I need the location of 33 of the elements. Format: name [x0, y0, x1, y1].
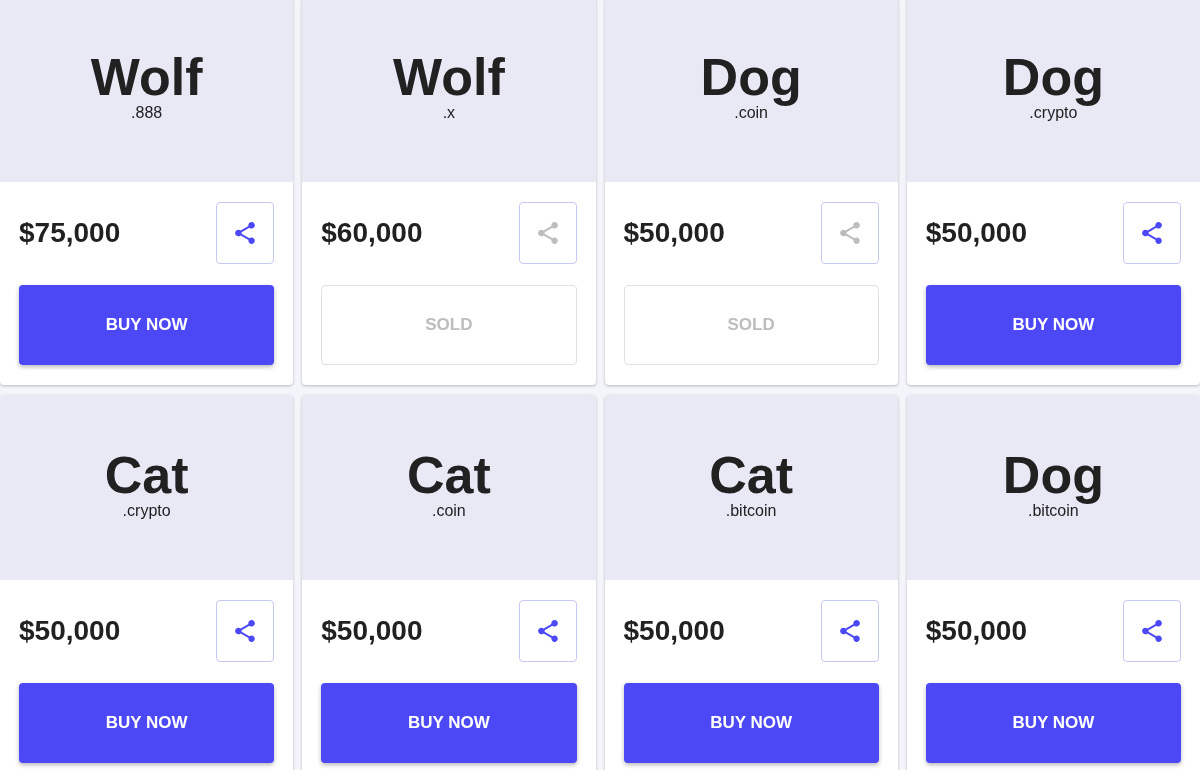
- domain-name: Wolf: [90, 51, 203, 103]
- buy-now-button[interactable]: BUY NOW: [925, 683, 1181, 763]
- buy-now-button[interactable]: BUY NOW: [19, 683, 275, 763]
- price-text: $50,000: [321, 615, 423, 647]
- price-text: $50,000: [925, 615, 1027, 647]
- domain-extension: .x: [442, 104, 456, 122]
- domain-extension: .bitcoin: [725, 502, 777, 520]
- buy-now-button[interactable]: BUY NOW: [925, 285, 1181, 365]
- price-text: $50,000: [925, 217, 1027, 249]
- share-button[interactable]: [216, 202, 275, 264]
- domain-name: Wolf: [393, 51, 505, 103]
- domain-extension: .bitcoin: [1028, 502, 1079, 520]
- price-text: $75,000: [19, 217, 121, 249]
- domain-name: Cat: [709, 449, 793, 501]
- domain-name: Cat: [104, 449, 189, 501]
- domain-extension: .coin: [431, 502, 466, 520]
- price-text: $50,000: [19, 615, 121, 647]
- price-text: $60,000: [321, 217, 423, 249]
- price-text: $50,000: [623, 615, 725, 647]
- share-button[interactable]: [518, 600, 577, 662]
- domain-extension: .coin: [734, 104, 768, 122]
- buy-now-button[interactable]: BUY NOW: [623, 683, 879, 763]
- share-button[interactable]: [1123, 202, 1181, 264]
- share-button[interactable]: [820, 600, 879, 662]
- domain-extension: .crypto: [1029, 104, 1078, 122]
- domain-extension: .888: [131, 104, 163, 122]
- price-text: $50,000: [623, 217, 725, 249]
- buy-now-button[interactable]: BUY NOW: [321, 683, 577, 763]
- buy-now-button[interactable]: BUY NOW: [19, 285, 275, 365]
- share-button[interactable]: [1123, 600, 1181, 662]
- share-button[interactable]: [216, 600, 275, 662]
- domain-extension: .crypto: [122, 502, 171, 520]
- domain-name: Cat: [406, 449, 491, 501]
